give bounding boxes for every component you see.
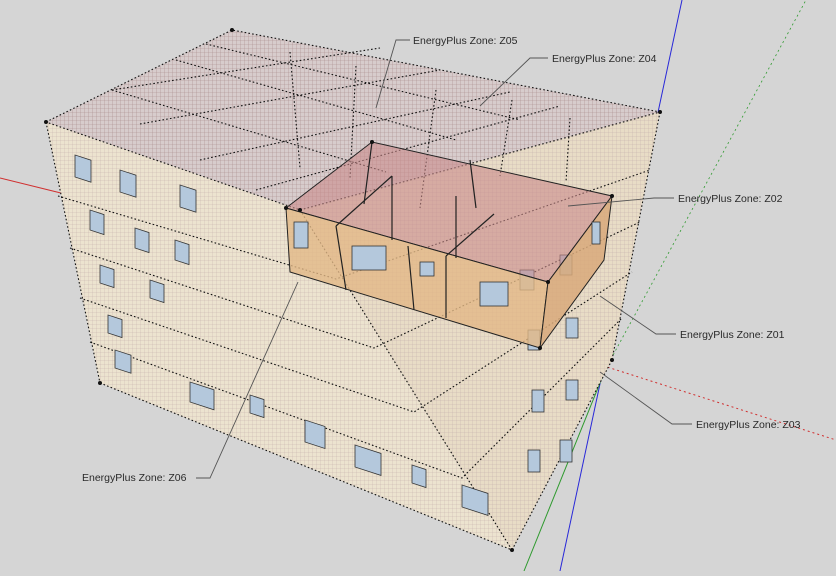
zone-window bbox=[479, 281, 509, 307]
zone-window bbox=[591, 221, 601, 245]
label-z04[interactable]: EnergyPlus Zone: Z04 bbox=[552, 53, 657, 65]
zone-window bbox=[419, 261, 435, 277]
building-3d-model[interactable]: EnergyPlus Zone: Z05 EnergyPlus Zone: Z0… bbox=[0, 0, 836, 572]
label-z02[interactable]: EnergyPlus Zone: Z02 bbox=[678, 193, 783, 205]
label-z05[interactable]: EnergyPlus Zone: Z05 bbox=[413, 35, 518, 47]
model-viewport[interactable]: EnergyPlus Zone: Z05 EnergyPlus Zone: Z0… bbox=[0, 0, 836, 572]
label-z01[interactable]: EnergyPlus Zone: Z01 bbox=[680, 329, 785, 341]
zone-window bbox=[293, 221, 309, 249]
zone-window bbox=[351, 245, 387, 271]
label-z03[interactable]: EnergyPlus Zone: Z03 bbox=[696, 419, 801, 431]
label-z06[interactable]: EnergyPlus Zone: Z06 bbox=[82, 472, 187, 484]
